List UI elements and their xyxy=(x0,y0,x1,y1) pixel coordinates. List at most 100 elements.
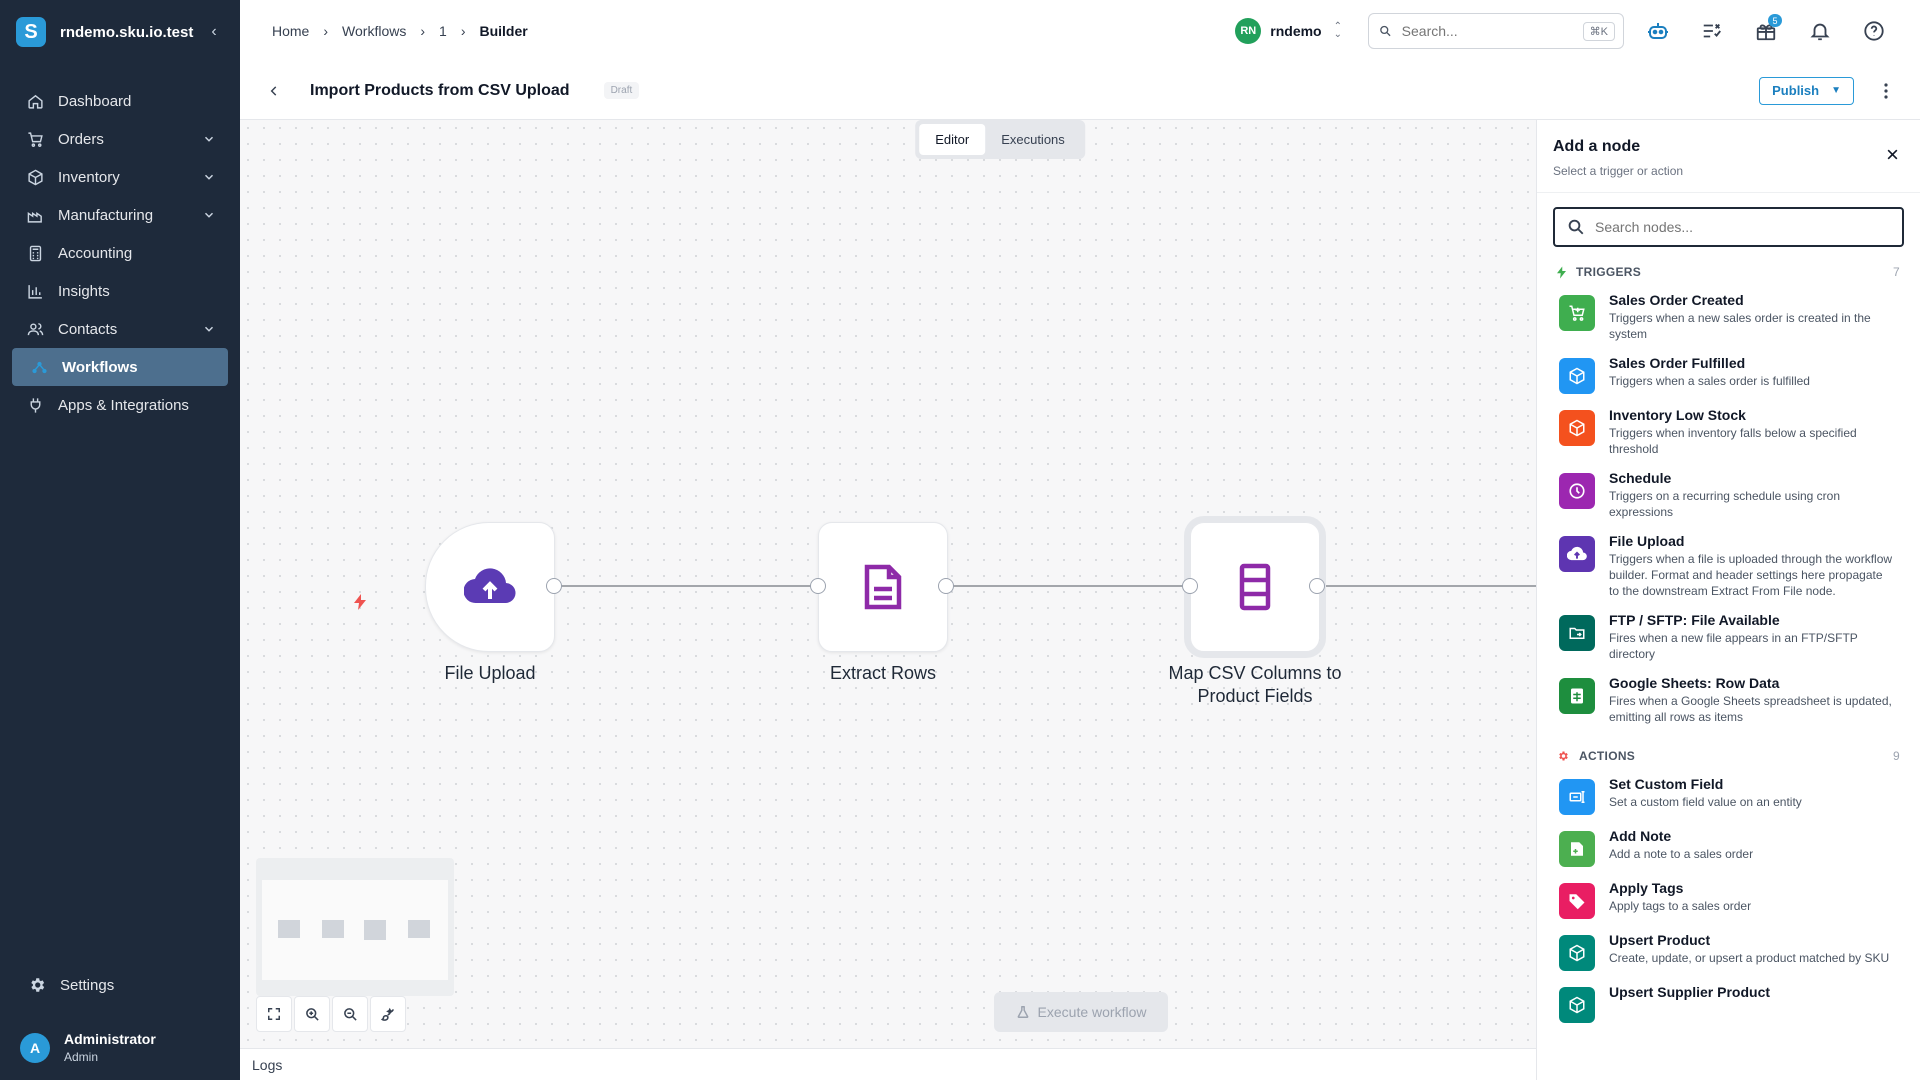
node-option-desc: Triggers when a file is uploaded through… xyxy=(1609,552,1893,598)
zoom-in-icon[interactable] xyxy=(294,996,330,1032)
zoom-out-icon[interactable] xyxy=(332,996,368,1032)
workflow-icon xyxy=(30,358,48,376)
flask-icon xyxy=(1017,1006,1028,1018)
chevron-down-icon[interactable] xyxy=(202,132,216,146)
sidebar-item-apps-integrations[interactable]: Apps & Integrations xyxy=(0,386,240,424)
more-options-icon[interactable] xyxy=(1876,81,1896,101)
node-map-csv-columns[interactable] xyxy=(1184,516,1326,658)
node-option-add-note[interactable]: Add Note Add a note to a sales order xyxy=(1537,827,1920,867)
global-search[interactable]: ⌘K xyxy=(1368,13,1624,49)
node-option-desc: Triggers when a sales order is fulfilled xyxy=(1609,374,1810,388)
node-label: Extract Rows xyxy=(829,663,937,683)
global-search-input[interactable] xyxy=(1401,23,1583,39)
chevron-down-icon[interactable] xyxy=(202,322,216,336)
node-search-input[interactable] xyxy=(1595,219,1890,235)
package-alert-icon xyxy=(1559,410,1595,446)
ai-assistant-icon[interactable] xyxy=(1644,17,1672,45)
node-output-handle[interactable] xyxy=(938,578,954,594)
node-option-sales-order-created[interactable]: Sales Order Created Triggers when a new … xyxy=(1537,291,1920,342)
node-output-handle[interactable] xyxy=(1309,578,1325,594)
bolt-icon xyxy=(1557,266,1566,279)
sidebar-item-contacts[interactable]: Contacts xyxy=(0,310,240,348)
sidebar-item-settings[interactable]: Settings xyxy=(0,966,240,1004)
breadcrumb-workflow-id[interactable]: 1 xyxy=(439,23,447,39)
node-extract-rows[interactable] xyxy=(818,522,948,652)
chevron-down-icon[interactable] xyxy=(202,170,216,184)
brand-logo[interactable]: S xyxy=(16,17,46,47)
edge-extract-rows-map-columns[interactable] xyxy=(946,585,1190,587)
panel-title: Add a node xyxy=(1553,138,1641,155)
node-input-handle[interactable] xyxy=(810,578,826,594)
node-output-handle[interactable] xyxy=(546,578,562,594)
tab-editor[interactable]: Editor xyxy=(919,124,986,155)
minimap-node xyxy=(364,920,386,940)
chevron-down-icon: ▼ xyxy=(1831,85,1841,96)
tab-executions[interactable]: Executions xyxy=(985,124,1081,155)
sidebar-item-inventory[interactable]: Inventory xyxy=(0,158,240,196)
user-profile[interactable]: A Administrator Admin xyxy=(0,1031,240,1064)
gift-icon[interactable]: 5 xyxy=(1752,14,1782,45)
node-option-inventory-low-stock[interactable]: Inventory Low Stock Triggers when invent… xyxy=(1537,406,1920,457)
sidebar-item-dashboard[interactable]: Dashboard xyxy=(0,82,240,120)
breadcrumb-workflows[interactable]: Workflows xyxy=(342,23,406,39)
node-option-schedule[interactable]: Schedule Triggers on a recurring schedul… xyxy=(1537,469,1920,520)
tag-icon xyxy=(1559,883,1595,919)
sidebar-item-workflows[interactable]: Workflows xyxy=(12,348,228,386)
breadcrumb-current: Builder xyxy=(479,23,528,39)
section-count: 7 xyxy=(1893,265,1900,279)
collapse-sidebar-icon[interactable]: ‹ xyxy=(204,23,224,41)
chevron-right-icon: › xyxy=(420,23,426,39)
tenant-switcher[interactable]: RN rndemo ⌃ ⌄ xyxy=(1235,18,1342,44)
sidebar-item-insights[interactable]: Insights xyxy=(0,272,240,310)
section-label: ACTIONS xyxy=(1579,749,1636,763)
cube-icon xyxy=(1559,987,1595,1023)
sidebar-item-orders[interactable]: Orders xyxy=(0,120,240,158)
chevron-down-icon[interactable] xyxy=(202,208,216,222)
minimap-node xyxy=(408,920,430,938)
status-badge: Draft xyxy=(603,82,640,99)
publish-button[interactable]: Publish ▼ xyxy=(1759,76,1854,105)
sidebar-item-label: Dashboard xyxy=(58,92,132,110)
actions-section-header: ACTIONS 9 xyxy=(1537,749,1920,763)
node-option-file-upload[interactable]: File Upload Triggers when a file is uplo… xyxy=(1537,532,1920,599)
sidebar-item-manufacturing[interactable]: Manufacturing xyxy=(0,196,240,234)
node-option-sales-order-fulfilled[interactable]: Sales Order Fulfilled Triggers when a sa… xyxy=(1537,354,1920,394)
task-list-icon[interactable] xyxy=(1698,17,1726,45)
help-icon[interactable] xyxy=(1860,17,1888,45)
fit-view-icon[interactable] xyxy=(256,996,292,1032)
edge-map-columns-next[interactable] xyxy=(1316,585,1536,587)
execute-label: Execute workflow xyxy=(1037,1004,1147,1020)
execute-workflow-button[interactable]: Execute workflow xyxy=(994,992,1168,1032)
workflow-canvas[interactable]: Editor Executions File Upload Extract Ro… xyxy=(240,120,1536,1048)
tenant-badge: RN xyxy=(1235,18,1262,44)
node-option-ftp-sftp[interactable]: FTP / SFTP: File Available Fires when a … xyxy=(1537,611,1920,662)
sheet-icon xyxy=(1559,678,1595,714)
close-icon[interactable] xyxy=(1882,144,1902,164)
tidy-up-icon[interactable] xyxy=(370,996,406,1032)
sidebar-item-accounting[interactable]: Accounting xyxy=(0,234,240,272)
node-option-upsert-product[interactable]: Upsert Product Create, update, or upsert… xyxy=(1537,931,1920,971)
add-node-panel: Add a node Select a trigger or action TR… xyxy=(1536,120,1920,1080)
node-option-desc: Apply tags to a sales order xyxy=(1609,899,1752,913)
sidebar-item-label: Workflows xyxy=(62,358,138,376)
search-shortcut: ⌘K xyxy=(1582,21,1615,41)
node-input-handle[interactable] xyxy=(1182,578,1198,594)
node-option-upsert-supplier-product[interactable]: Upsert Supplier Product xyxy=(1537,983,1920,1023)
folder-icon xyxy=(1559,615,1595,651)
node-option-set-custom-field[interactable]: Set Custom Field Set a custom field valu… xyxy=(1537,775,1920,815)
edge-file-upload-extract-rows[interactable] xyxy=(553,585,819,587)
section-count: 9 xyxy=(1893,749,1900,763)
node-file-upload[interactable] xyxy=(425,522,555,652)
package-icon xyxy=(1559,358,1595,394)
bell-icon[interactable] xyxy=(1806,17,1834,45)
node-option-google-sheets[interactable]: Google Sheets: Row Data Fires when a Goo… xyxy=(1537,674,1920,725)
node-option-apply-tags[interactable]: Apply Tags Apply tags to a sales order xyxy=(1537,879,1920,919)
node-search[interactable] xyxy=(1553,207,1904,247)
minimap[interactable] xyxy=(256,858,454,996)
node-option-desc: Set a custom field value on an entity xyxy=(1609,795,1802,809)
logs-bar[interactable]: Logs xyxy=(240,1048,1536,1080)
chevron-right-icon: › xyxy=(323,23,329,39)
back-arrow-icon[interactable] xyxy=(264,81,284,101)
breadcrumb-home[interactable]: Home xyxy=(272,23,309,39)
minimap-viewport[interactable] xyxy=(262,880,448,980)
